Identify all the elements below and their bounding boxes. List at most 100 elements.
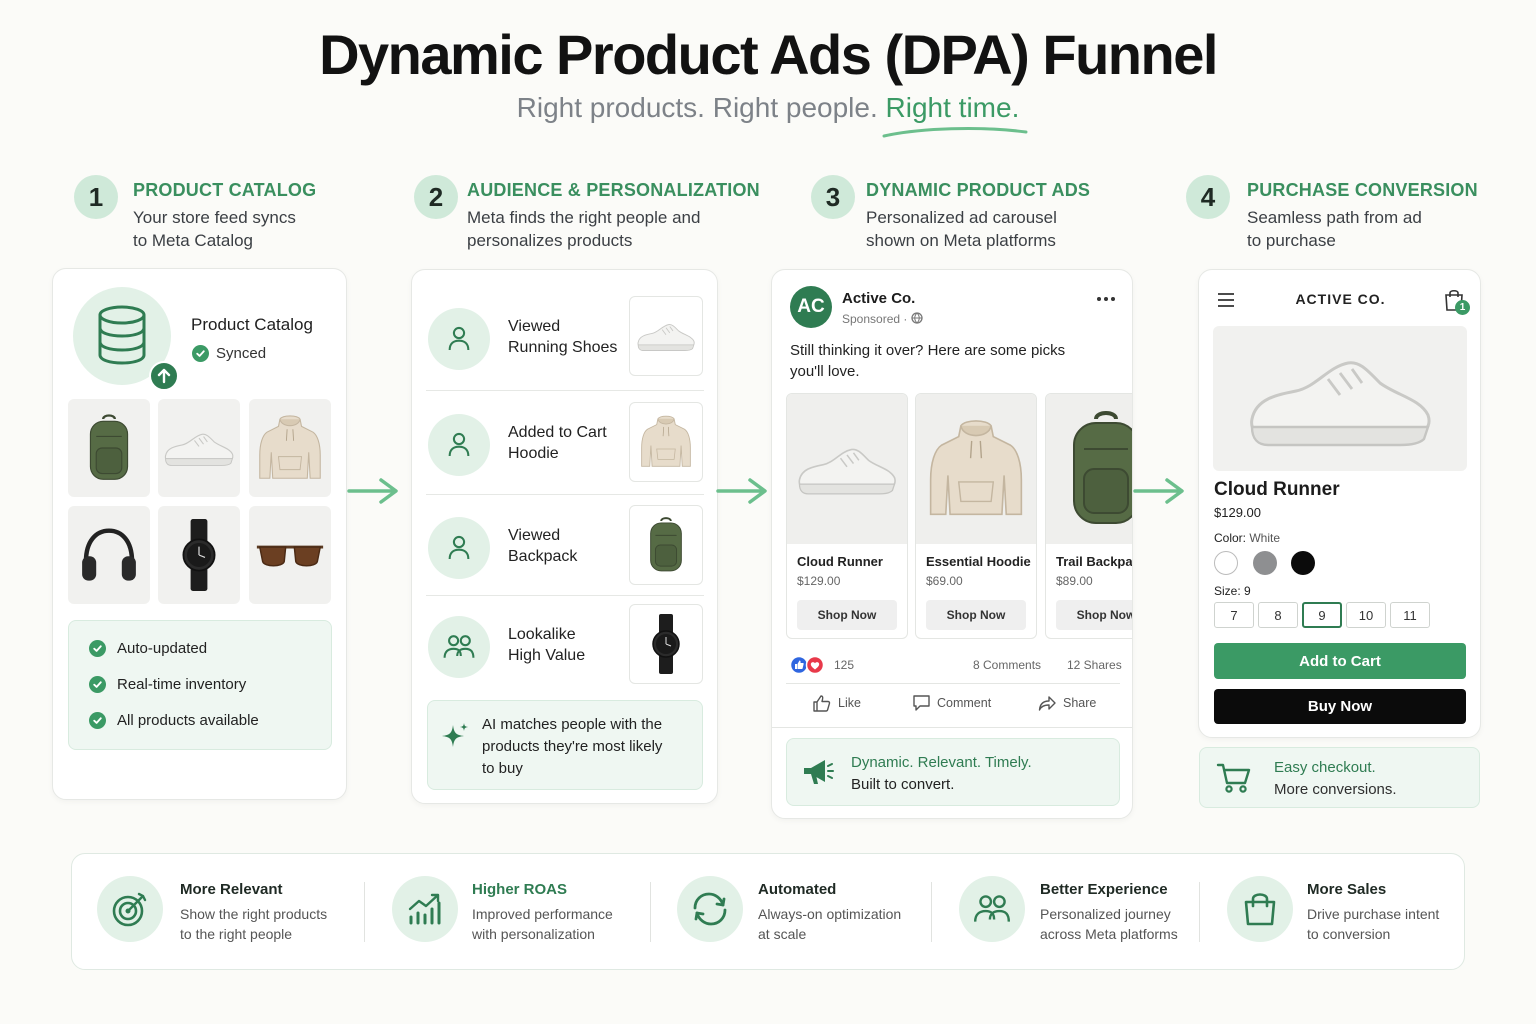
comment-button[interactable]: Comment xyxy=(912,694,991,712)
database-icon-circle xyxy=(73,287,179,391)
catalog-product-sneaker[interactable] xyxy=(158,399,240,497)
segment-label-line1: Viewed xyxy=(508,527,561,544)
catalog-product-headphones[interactable] xyxy=(68,506,150,604)
audience-segment[interactable]: Added to Cart Hoodie xyxy=(426,396,704,492)
reaction-count[interactable]: 125 xyxy=(834,658,854,672)
target-icon xyxy=(112,892,147,927)
audience-segment[interactable]: Lookalike High Value xyxy=(426,598,704,694)
thumbs-up-icon xyxy=(813,695,831,712)
upload-badge xyxy=(149,361,179,391)
shop-now-button[interactable]: Shop Now xyxy=(1056,600,1132,630)
segment-label-line1: Added to Cart xyxy=(508,424,607,441)
benefits-bar: More Relevant Show the right products to … xyxy=(71,853,1465,970)
step-2-desc-line2: personalizes products xyxy=(467,231,633,250)
divider xyxy=(426,390,704,391)
catalog-product-watch[interactable] xyxy=(158,506,240,604)
audience-segment[interactable]: Viewed Running Shoes xyxy=(426,290,704,386)
size-option[interactable]: 7 xyxy=(1214,602,1254,628)
target-icon-circle xyxy=(97,876,163,942)
buy-now-button[interactable]: Buy Now xyxy=(1214,689,1466,724)
color-swatch-black[interactable] xyxy=(1291,551,1315,575)
refresh-icon-circle xyxy=(677,876,743,942)
benefit-desc-line2: to the right people xyxy=(180,926,293,942)
avatar[interactable]: AC xyxy=(790,286,832,328)
divider xyxy=(650,882,651,942)
benefit-more-sales: More Sales Drive purchase intent to conve… xyxy=(1202,854,1464,971)
upload-arrow-icon xyxy=(157,368,171,384)
color-swatch-gray[interactable] xyxy=(1253,551,1277,575)
ad-panel: AC Active Co. Sponsored · Still thinking… xyxy=(771,269,1133,819)
size-option[interactable]: 8 xyxy=(1258,602,1298,628)
segment-label-line2: Hoodie xyxy=(508,445,559,462)
step-1-desc-line2: to Meta Catalog xyxy=(133,231,254,250)
step-2-desc-line1: Meta finds the right people and xyxy=(467,208,701,227)
carousel-card[interactable]: Essential Hoodie $69.00 Shop Now xyxy=(915,393,1037,639)
divider xyxy=(426,494,704,495)
person-icon xyxy=(442,322,476,356)
person-icon-circle xyxy=(428,414,490,476)
shop-now-button[interactable]: Shop Now xyxy=(797,600,897,630)
share-count[interactable]: 12 Shares xyxy=(1067,658,1122,672)
ad-brand-name[interactable]: Active Co. xyxy=(842,290,915,307)
person-icon-circle xyxy=(428,308,490,370)
segment-label: Lookalike High Value xyxy=(508,624,628,666)
step-3-number: 3 xyxy=(811,175,855,219)
checkout-note-line1: Easy checkout. xyxy=(1274,759,1376,776)
audience-segment[interactable]: Viewed Backpack xyxy=(426,499,704,595)
carousel-image xyxy=(916,394,1036,544)
share-label: Share xyxy=(1063,696,1097,710)
segment-label: Added to Cart Hoodie xyxy=(508,422,628,464)
carousel-image xyxy=(1046,394,1132,544)
ad-copy-line1: Still thinking it over? Here are some pi… xyxy=(790,342,1066,359)
catalog-product-sunglasses[interactable] xyxy=(249,506,331,604)
sponsored-text: Sponsored · xyxy=(842,312,908,326)
carousel-card[interactable]: Cloud Runner $129.00 Shop Now xyxy=(786,393,908,639)
ad-tagline-box: Dynamic. Relevant. Timely. Built to conv… xyxy=(786,738,1120,806)
benefit-desc-line2: at scale xyxy=(758,926,807,942)
catalog-panel: Product Catalog Synced Auto-updated Real… xyxy=(52,268,347,800)
carousel-card[interactable]: Trail Backpack $89.00 Shop Now xyxy=(1045,393,1132,639)
step-2-desc: Meta finds the right people and personali… xyxy=(467,206,727,252)
segment-label-line2: Backpack xyxy=(508,548,578,565)
step-1-number: 1 xyxy=(74,175,118,219)
globe-icon xyxy=(911,312,923,324)
benefit-desc-line2: with personalization xyxy=(472,926,595,942)
shop-now-button[interactable]: Shop Now xyxy=(926,600,1026,630)
benefit-automated: Automated Always-on optimization at scale xyxy=(652,854,932,971)
benefit-desc: Personalized journey across Meta platform… xyxy=(1040,904,1178,944)
flow-arrow-icon xyxy=(716,476,770,506)
check-icon xyxy=(89,676,106,693)
add-to-cart-button[interactable]: Add to Cart xyxy=(1214,643,1466,679)
more-options-icon[interactable] xyxy=(1096,296,1116,302)
share-button[interactable]: Share xyxy=(1038,694,1096,712)
step-3-desc: Personalized ad carousel shown on Meta pl… xyxy=(866,206,1126,252)
carousel-product-name: Essential Hoodie xyxy=(926,554,1031,569)
size-option-selected[interactable]: 9 xyxy=(1302,602,1342,628)
like-button[interactable]: Like xyxy=(812,694,861,712)
catalog-status: Synced xyxy=(216,345,267,362)
size-option[interactable]: 11 xyxy=(1390,602,1430,628)
catalog-product-backpack[interactable] xyxy=(68,399,150,497)
carousel-image xyxy=(787,394,907,544)
color-value: White xyxy=(1249,531,1281,545)
check-icon xyxy=(89,640,106,657)
benefit-desc-line1: Always-on optimization xyxy=(758,906,902,922)
like-label: Like xyxy=(838,696,861,710)
sneaker-icon xyxy=(161,425,237,471)
checkout-note-text: Easy checkout. More conversions. xyxy=(1274,757,1474,801)
catalog-name: Product Catalog xyxy=(191,315,313,334)
size-option[interactable]: 10 xyxy=(1346,602,1386,628)
store-brand[interactable]: ACTIVE CO. xyxy=(1199,291,1482,307)
step-4-desc-line2: to purchase xyxy=(1247,231,1336,250)
chart-growth-icon xyxy=(408,893,441,925)
step-4-number: 4 xyxy=(1186,175,1230,219)
cart-icon xyxy=(1216,763,1251,793)
carousel-product-price: $129.00 xyxy=(797,574,841,588)
color-swatch-white[interactable] xyxy=(1214,551,1238,575)
feature-realtime-inventory: Real-time inventory xyxy=(117,676,247,693)
step-3-desc-line1: Personalized ad carousel xyxy=(866,208,1057,227)
benefit-title: Better Experience xyxy=(1040,881,1168,898)
feature-auto-updated: Auto-updated xyxy=(117,640,208,657)
comment-count[interactable]: 8 Comments xyxy=(973,658,1041,672)
catalog-product-hoodie[interactable] xyxy=(249,399,331,497)
